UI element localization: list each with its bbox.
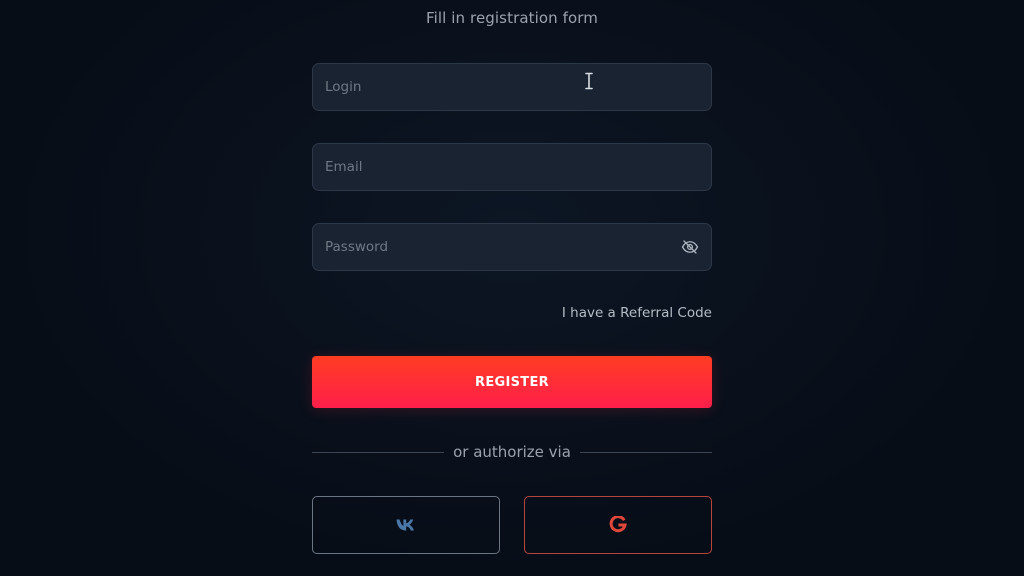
- referral-code-link[interactable]: I have a Referral Code: [562, 305, 712, 321]
- login-input[interactable]: [313, 64, 711, 110]
- password-input[interactable]: [313, 224, 711, 270]
- text-cursor-icon: [585, 72, 593, 90]
- eye-slash-icon[interactable]: [681, 238, 699, 256]
- vk-logo-icon: [396, 519, 414, 531]
- divider-label: or authorize via: [453, 443, 571, 461]
- registration-page: Fill in registration form I have a Refer…: [0, 0, 1024, 576]
- divider-line-left: [312, 451, 445, 453]
- password-field[interactable]: [312, 223, 712, 271]
- authorize-divider: or authorize via: [312, 443, 713, 461]
- login-field[interactable]: [312, 63, 712, 111]
- google-login-button[interactable]: [524, 496, 712, 554]
- email-input[interactable]: [313, 144, 711, 190]
- vk-login-button[interactable]: [312, 496, 500, 554]
- divider-line-right: [579, 451, 713, 453]
- register-button[interactable]: REGISTER: [312, 356, 712, 408]
- email-field[interactable]: [312, 143, 712, 191]
- form-title: Fill in registration form: [425, 9, 599, 27]
- google-logo-icon: [609, 516, 627, 533]
